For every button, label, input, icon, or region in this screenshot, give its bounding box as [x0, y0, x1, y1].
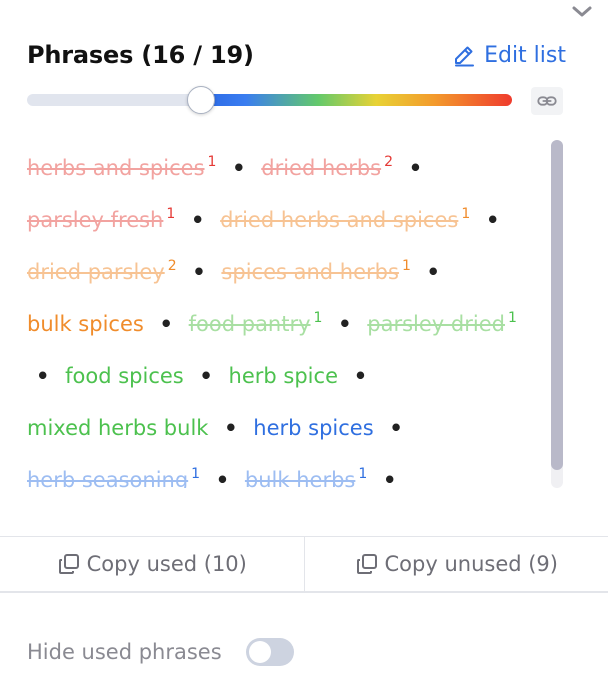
- phrase-separator: •: [382, 468, 397, 488]
- phrases-scrollbar[interactable]: [551, 140, 563, 488]
- phrase-text: mixed herbs bulk: [27, 416, 209, 440]
- copy-unused-button[interactable]: Copy unused (9): [303, 537, 608, 591]
- phrase-item[interactable]: herb seasoning 1: [27, 467, 200, 488]
- chevron-down-icon[interactable]: [570, 4, 594, 20]
- phrases-panel: Phrases (16 / 19) Edit list herbs and sp…: [0, 0, 608, 692]
- edit-list-link[interactable]: Edit list: [452, 43, 566, 68]
- scrollbar-thumb[interactable]: [551, 140, 563, 470]
- phrase-item[interactable]: food spices: [65, 364, 184, 388]
- phrase-item[interactable]: mixed herbs bulk: [27, 416, 208, 440]
- phrase-separator: •: [389, 416, 403, 440]
- copy-icon: [356, 554, 377, 574]
- phrase-separator: •: [485, 208, 500, 232]
- phrase-item[interactable]: dried parsley 2: [27, 259, 177, 284]
- phrase-separator: •: [215, 468, 230, 488]
- phrase-text: parsley dried: [367, 312, 505, 336]
- copy-unused-label: Copy unused (9): [384, 552, 559, 576]
- phrase-text: dried herbs: [261, 156, 382, 180]
- phrase-separator: •: [338, 312, 352, 336]
- phrases-header: Phrases (16 / 19) Edit list: [27, 36, 566, 74]
- phrase-item[interactable]: parsley dried 1: [367, 311, 517, 336]
- phrase-separator: •: [192, 260, 206, 284]
- slider-track[interactable]: [27, 94, 512, 106]
- phrase-item[interactable]: parsley fresh 1: [27, 207, 175, 232]
- phrase-text: parsley fresh: [27, 208, 164, 232]
- copy-icon: [58, 554, 79, 574]
- copy-used-label: Copy used (10): [86, 552, 247, 576]
- phrase-separator: •: [426, 260, 440, 284]
- phrase-item[interactable]: bulk spices: [27, 312, 144, 336]
- phrase-text: dried herbs and spices: [220, 208, 459, 232]
- slider-thumb[interactable]: [187, 86, 216, 114]
- phrase-item[interactable]: herbs and spices 1: [27, 155, 216, 180]
- phrase-text: herb spices: [253, 416, 374, 440]
- copy-actions: Copy used (10) Copy unused (9): [0, 536, 608, 593]
- phrase-slider: [27, 86, 565, 116]
- phrase-text: dried parsley: [27, 260, 165, 284]
- pencil-icon: [455, 46, 475, 67]
- hide-used-toggle[interactable]: [245, 638, 294, 666]
- phrase-item[interactable]: dried herbs 2: [261, 155, 393, 180]
- edit-list-label: Edit list: [484, 42, 566, 68]
- phrases-title: Phrases (16 / 19): [27, 41, 254, 69]
- phrase-item[interactable]: bulk herbs 1: [244, 467, 367, 488]
- phrase-text: herb spice: [228, 364, 338, 388]
- link-button[interactable]: [531, 87, 563, 115]
- phrase-item[interactable]: herb spices: [253, 416, 373, 440]
- phrase-separator: •: [353, 364, 368, 388]
- copy-used-button[interactable]: Copy used (10): [0, 537, 304, 591]
- phrase-separator: •: [408, 156, 423, 180]
- phrase-separator: •: [232, 156, 246, 180]
- phrase-text: herbs and spices: [27, 156, 205, 180]
- phrase-text: bulk spices: [27, 312, 144, 336]
- phrases-list: herbs and spices 1 • dried herbs 2 • parsl…: [27, 142, 537, 488]
- phrase-item[interactable]: herb spice: [229, 364, 338, 388]
- phrase-text: food spices: [65, 364, 184, 388]
- phrase-text: herb seasoning: [27, 468, 189, 488]
- phrase-separator: •: [190, 208, 205, 232]
- phrase-text: bulk herbs: [244, 468, 356, 488]
- phrase-separator: •: [159, 312, 173, 336]
- hide-used-row: Hide used phrases: [27, 638, 294, 666]
- phrase-text: food pantry: [188, 312, 311, 336]
- toggle-knob: [248, 641, 271, 663]
- hide-used-label: Hide used phrases: [27, 640, 222, 664]
- phrase-item[interactable]: dried herbs and spices 1: [220, 207, 470, 232]
- phrase-separator: •: [36, 364, 50, 388]
- phrase-text: spices and herbs: [221, 260, 399, 284]
- phrase-separator: •: [199, 364, 213, 388]
- phrase-item[interactable]: food pantry 1: [188, 311, 323, 336]
- link-icon: [537, 96, 557, 106]
- phrase-separator: •: [224, 416, 238, 440]
- phrase-item[interactable]: spices and herbs 1: [221, 259, 410, 284]
